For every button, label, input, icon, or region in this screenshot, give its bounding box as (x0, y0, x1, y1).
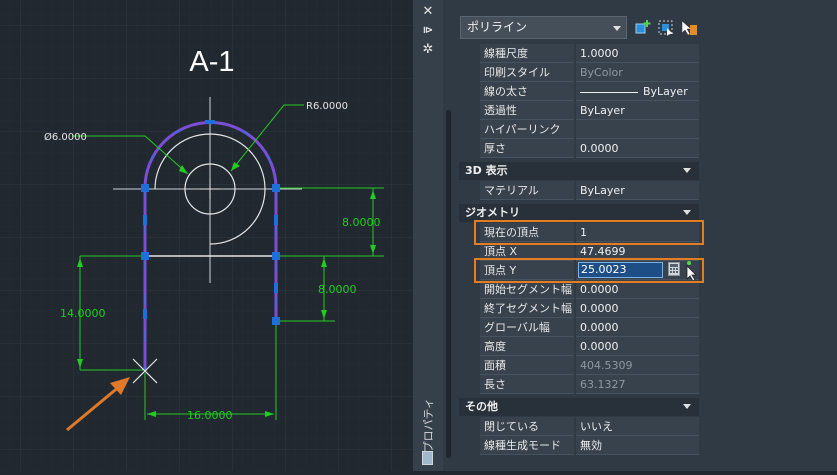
prop-value[interactable]: 0.0000 (576, 318, 699, 337)
dim-right-lower: 8.0000 (318, 283, 357, 296)
prop-value[interactable]: 0.0000 (576, 337, 699, 356)
highlight-current-vertex (474, 220, 704, 245)
prop-key: 面積 (480, 356, 574, 375)
drawing-title: A-1 (189, 46, 234, 78)
palette-strip: ✕ ⧐ ✲ プロパティ (413, 0, 443, 471)
prop-key: 閉じている (480, 417, 574, 436)
prop-row-thickness[interactable]: 厚さ 0.0000 (480, 139, 699, 158)
chevron-down-icon (683, 168, 691, 173)
prop-key: 印刷スタイル (480, 63, 574, 82)
dim-diameter: Ø6.0000 (44, 131, 87, 143)
object-type-label: ポリライン (467, 20, 528, 34)
chevron-down-icon (613, 26, 621, 31)
prop-key: ハイパーリンク (480, 120, 574, 139)
dim-left: 14.0000 (60, 307, 106, 320)
prop-row-area: 面積 404.5309 (480, 356, 699, 375)
prop-row-plot-style[interactable]: 印刷スタイル ByColor (480, 63, 699, 82)
prop-key: 長さ (480, 375, 574, 394)
prop-row-closed[interactable]: 閉じている いいえ (480, 417, 699, 436)
section-3d-visualization[interactable]: 3D 表示 (459, 162, 699, 180)
prop-key: マテリアル (480, 181, 574, 200)
palette-title: プロパティ (422, 398, 435, 453)
prop-row-global-width[interactable]: グローバル幅 0.0000 (480, 318, 699, 337)
prop-value[interactable]: ByLayer (576, 181, 699, 200)
autohide-icon[interactable]: ⧐ (421, 24, 435, 38)
quick-select-icon[interactable] (680, 19, 698, 37)
prop-key: グローバル幅 (480, 318, 574, 337)
object-type-select[interactable]: ポリライン (460, 16, 627, 39)
dim-right-upper: 8.0000 (342, 216, 381, 229)
prop-key: 線種生成モード (480, 436, 574, 455)
drawing-svg[interactable]: A-1 R6.0000 Ø6.0000 8.0000 8.0000 14.000… (0, 0, 413, 471)
lineweight-value: ByLayer (643, 85, 688, 98)
properties-palette: ✕ ⧐ ✲ プロパティ ポリライン 線種尺度 1.0000 印刷スタイル ByC… (413, 0, 837, 471)
prop-row-hyperlink[interactable]: ハイパーリンク (480, 120, 699, 139)
prop-key: 線の太さ (480, 82, 574, 101)
dim-radius: R6.0000 (306, 101, 348, 112)
lineweight-swatch (580, 91, 638, 93)
prop-key: 透過性 (480, 101, 574, 120)
prop-value[interactable]: 0.0000 (576, 139, 699, 158)
prop-key: 終了セグメント幅 (480, 299, 574, 318)
select-objects-icon[interactable] (657, 19, 675, 37)
prop-key: 厚さ (480, 139, 574, 158)
prop-value[interactable]: いいえ (576, 417, 699, 436)
chevron-down-icon (683, 404, 691, 409)
highlight-vertex-y (474, 258, 704, 283)
chevron-down-icon (683, 210, 691, 215)
dim-bottom: 16.0000 (187, 409, 233, 422)
prop-row-elevation[interactable]: 高度 0.0000 (480, 337, 699, 356)
prop-row-lineweight[interactable]: 線の太さ ByLayer (480, 82, 699, 101)
prop-row-end-width[interactable]: 終了セグメント幅 0.0000 (480, 299, 699, 318)
close-icon[interactable]: ✕ (421, 5, 435, 19)
prop-value[interactable]: ByLayer (576, 82, 699, 101)
prop-value: 63.1327 (576, 375, 699, 394)
section-label: 3D 表示 (465, 164, 508, 177)
prop-value[interactable]: ByLayer (576, 101, 699, 120)
scrollbar[interactable] (446, 110, 451, 458)
section-label: その他 (465, 400, 498, 413)
prop-value[interactable] (576, 120, 699, 139)
drawing-canvas[interactable]: A-1 R6.0000 Ø6.0000 8.0000 8.0000 14.000… (0, 0, 413, 471)
prop-row-length: 長さ 63.1327 (480, 375, 699, 394)
prop-row-transparency[interactable]: 透過性 ByLayer (480, 101, 699, 120)
prop-value[interactable]: 0.0000 (576, 299, 699, 318)
prop-row-linetype-generation[interactable]: 線種生成モード 無効 (480, 436, 699, 455)
prop-value[interactable]: 無効 (576, 436, 699, 455)
quick-calc-icon[interactable] (422, 451, 433, 465)
toggle-pickadd-icon[interactable] (634, 19, 652, 37)
section-misc[interactable]: その他 (459, 398, 699, 416)
prop-row-material[interactable]: マテリアル ByLayer (480, 181, 699, 200)
prop-value: ByColor (576, 63, 699, 82)
prop-key: 線種尺度 (480, 44, 574, 63)
settings-icon[interactable]: ✲ (421, 43, 435, 57)
section-label: ジオメトリ (465, 206, 520, 219)
prop-key: 高度 (480, 337, 574, 356)
prop-row-linetype-scale[interactable]: 線種尺度 1.0000 (480, 44, 699, 63)
prop-value[interactable]: 1.0000 (576, 44, 699, 63)
prop-value: 404.5309 (576, 356, 699, 375)
